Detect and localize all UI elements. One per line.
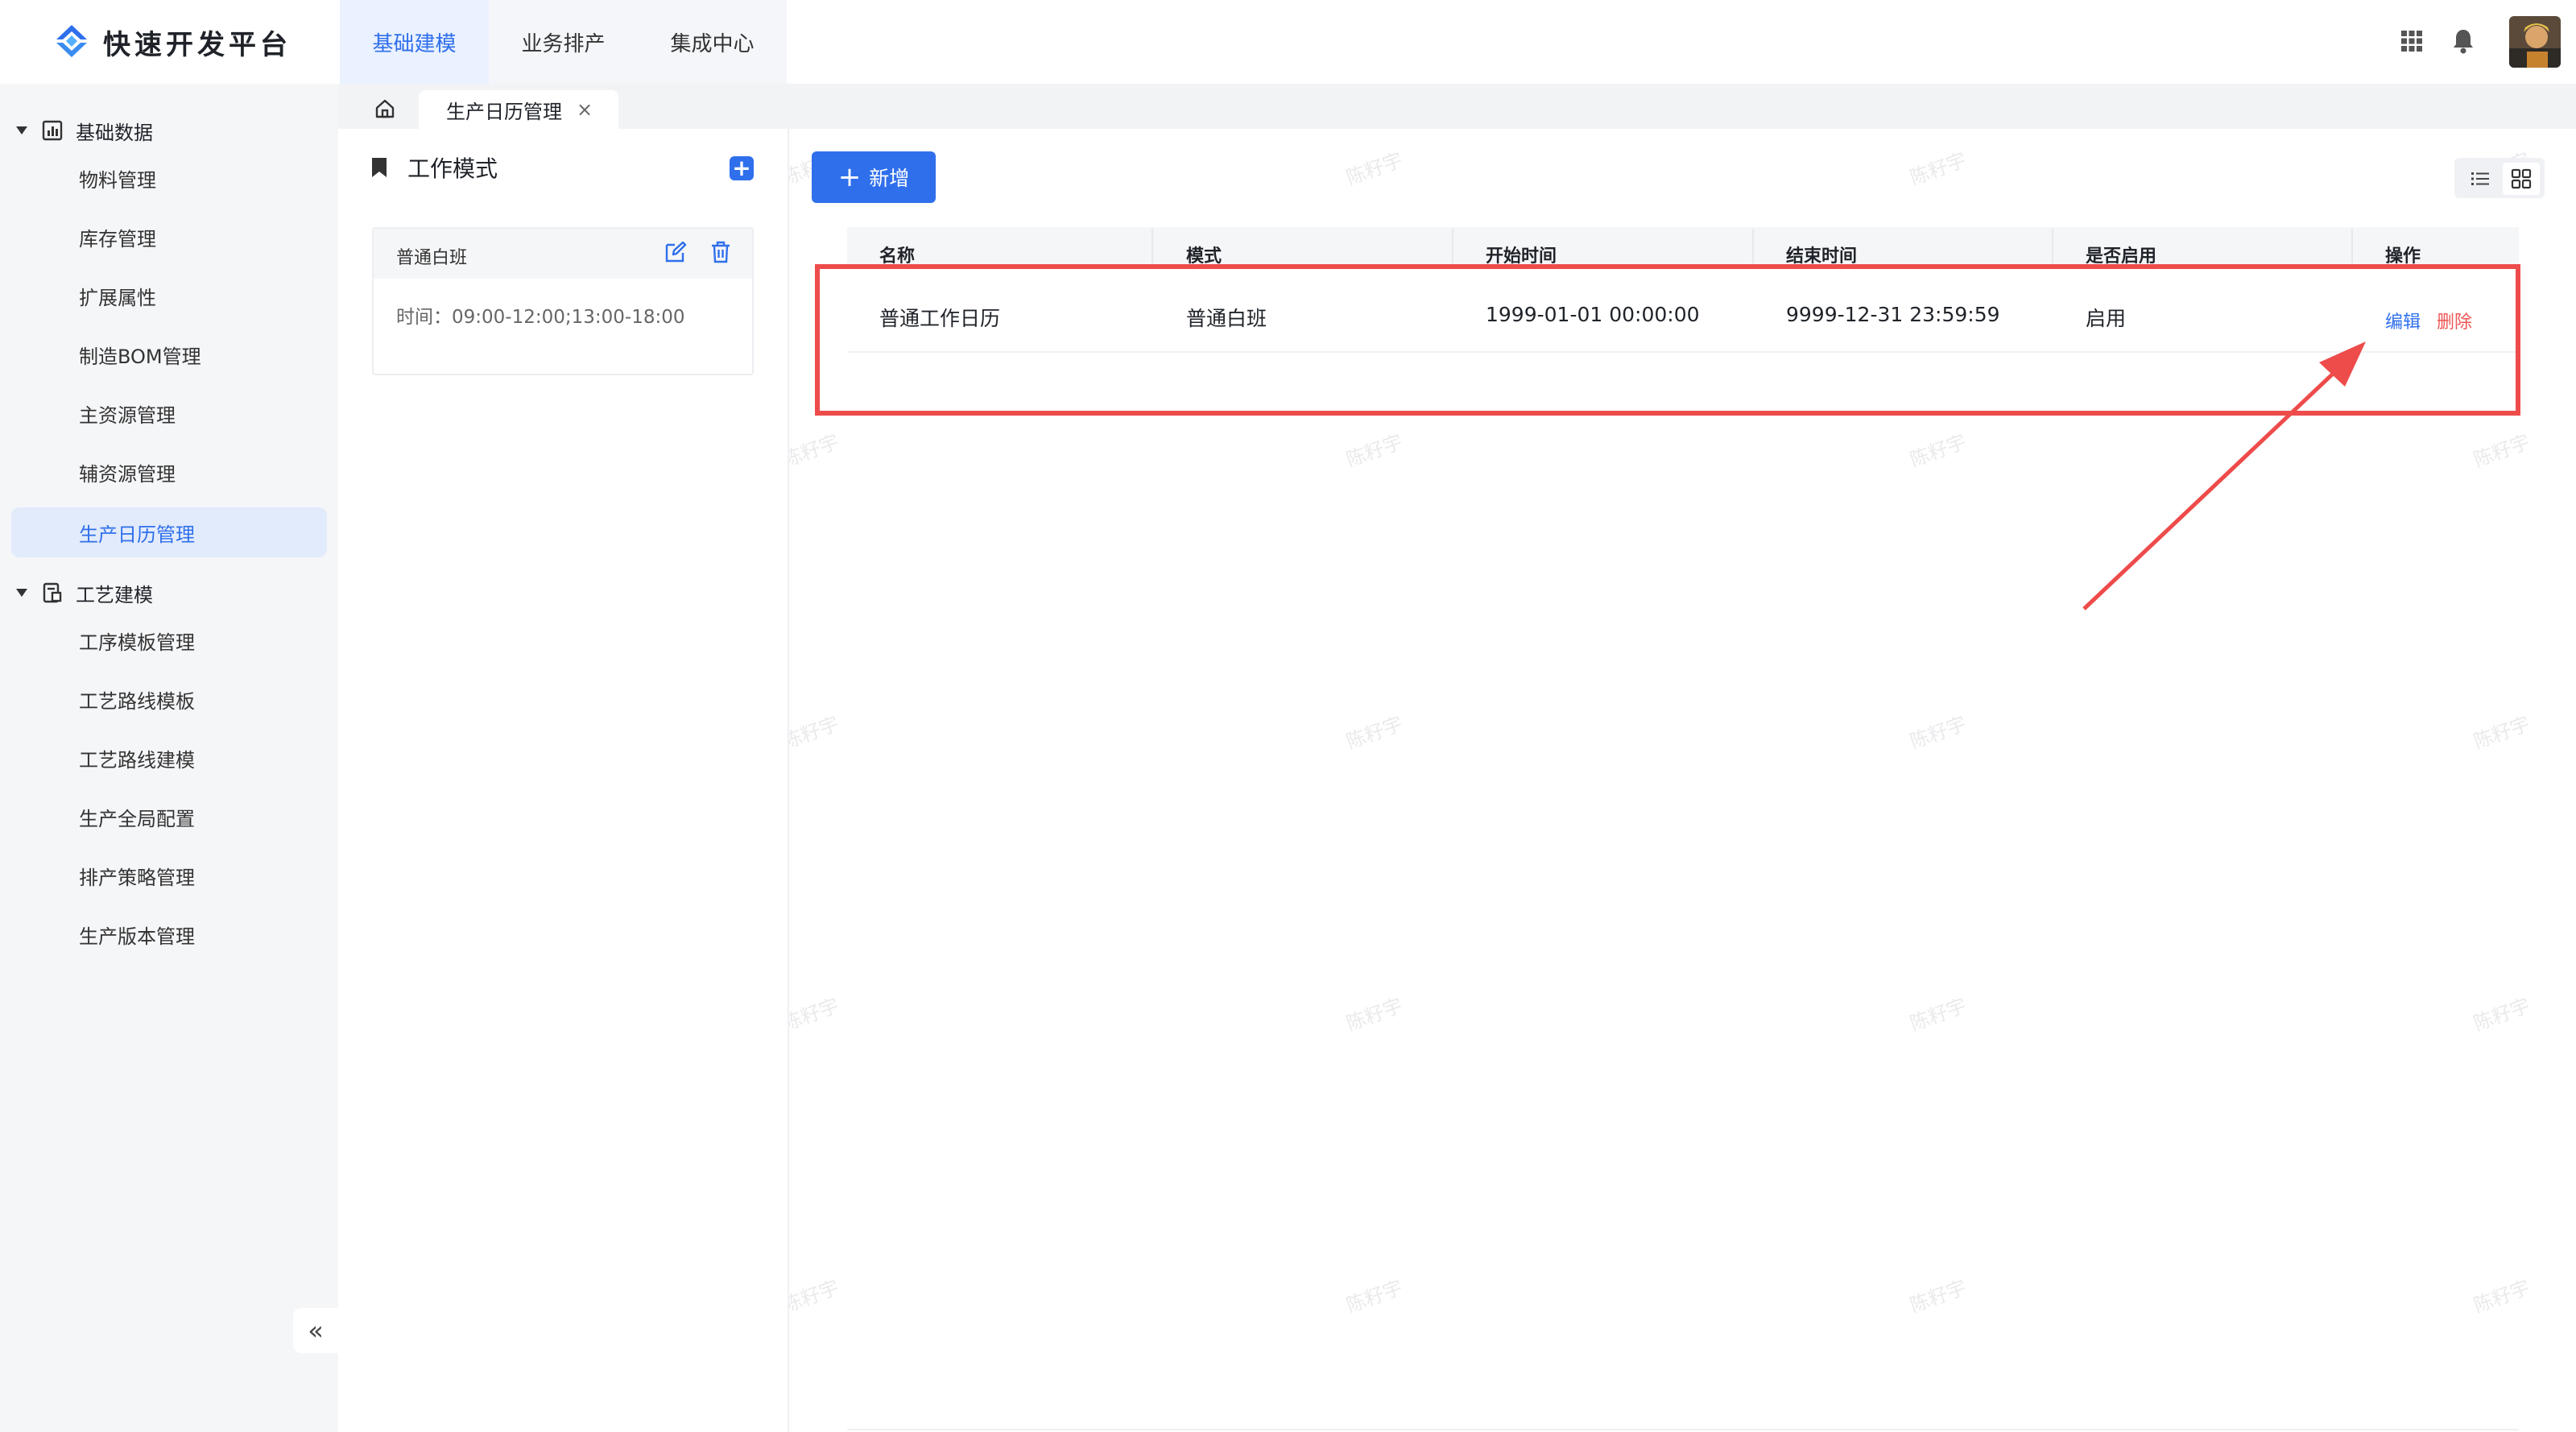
watermark-text: 陈籽宇	[1343, 1276, 1406, 1318]
column-divider	[1452, 229, 1453, 264]
sidebar-group-label: 基础数据	[76, 121, 153, 144]
column-divider	[1752, 229, 1754, 264]
watermark-text: 陈籽宇	[1907, 148, 1970, 190]
sidebar-item-production-versions[interactable]: 生产版本管理	[11, 909, 327, 959]
watermark-text: 陈籽宇	[1343, 994, 1406, 1036]
watermark-text: 陈籽宇	[1907, 712, 1970, 754]
tab-bar	[338, 84, 2576, 129]
sidebar-item-main-resources[interactable]: 主资源管理	[11, 388, 327, 438]
annotation-highlight-box	[815, 264, 2520, 416]
column-divider	[1152, 229, 1153, 264]
logo-icon	[56, 25, 87, 57]
watermark-text: 陈籽宇	[2471, 1276, 2533, 1318]
topnav-integration[interactable]: 集成中心	[638, 0, 787, 84]
column-divider	[2351, 229, 2353, 264]
add-button-label: 新增	[869, 167, 910, 190]
tab-label: 生产日历管理	[446, 100, 562, 123]
app-title: 快速开发平台	[103, 28, 292, 61]
list-view-button[interactable]	[2464, 164, 2496, 193]
sidebar-item-inventory[interactable]: 库存管理	[11, 212, 327, 262]
sidebar-item-route-modeling[interactable]: 工艺路线建模	[11, 733, 327, 783]
app-logo[interactable]: 快速开发平台	[52, 19, 292, 64]
sidebar-item-extended-attributes[interactable]: 扩展属性	[11, 271, 327, 321]
card-view-button[interactable]	[2503, 163, 2540, 195]
sidebar-item-route-templates[interactable]: 工艺路线模板	[11, 674, 327, 724]
bell-icon[interactable]	[2451, 27, 2475, 55]
sidebar-item-aux-resources[interactable]: 辅资源管理	[11, 447, 327, 497]
user-avatar[interactable]	[2509, 16, 2561, 68]
add-work-mode-button[interactable]: +	[730, 156, 754, 180]
sidebar-item-scheduling-strategy[interactable]: 排产策略管理	[11, 851, 327, 900]
watermark-text: 陈籽宇	[2471, 712, 2533, 754]
grid-icon	[2511, 168, 2532, 189]
bookmark-icon	[372, 158, 387, 177]
sidebar-item-bom[interactable]: 制造BOM管理	[11, 329, 327, 379]
work-mode-time: 时间：09:00-12:00;13:00-18:00	[396, 307, 685, 328]
plus-icon: +	[837, 161, 862, 193]
sidebar-group-basic-data[interactable]: 基础数据	[0, 106, 153, 155]
topnav-scheduling[interactable]: 业务排产	[489, 0, 638, 84]
top-nav: 基础建模 业务排产 集成中心	[340, 0, 787, 84]
topnav-basic-modeling[interactable]: 基础建模	[340, 0, 489, 84]
watermark-text: 陈籽宇	[2471, 430, 2533, 472]
add-button[interactable]: + 新增	[812, 151, 936, 203]
watermark-text: 陈籽宇	[1343, 430, 1406, 472]
bar-chart-icon	[42, 120, 63, 141]
watermark-text: 陈籽宇	[2471, 994, 2533, 1036]
work-mode-card[interactable]: 普通白班 时间：09:00-12:00;13:00-18:00	[372, 227, 754, 375]
sidebar-collapse-button[interactable]: «	[293, 1308, 338, 1353]
edit-icon[interactable]	[664, 240, 688, 264]
table-bottom-border	[847, 1429, 2519, 1430]
watermark-text: 陈籽宇	[1907, 994, 1970, 1036]
sidebar-group-process-modeling[interactable]: 工艺建模	[0, 569, 153, 617]
sidebar-item-operation-templates[interactable]: 工序模板管理	[11, 615, 327, 665]
apps-grid-icon[interactable]	[2400, 29, 2424, 53]
sidebar-item-materials[interactable]: 物料管理	[11, 153, 327, 203]
table-header	[847, 227, 2519, 266]
sidebar-item-global-config[interactable]: 生产全局配置	[11, 792, 327, 842]
watermark-text: 陈籽宇	[1907, 430, 1970, 472]
list-icon	[2471, 172, 2489, 185]
process-icon	[43, 582, 62, 603]
home-icon	[375, 99, 395, 118]
column-divider	[2052, 229, 2053, 264]
caret-down-icon	[16, 589, 27, 597]
tab-production-calendar[interactable]: 生产日历管理 ×	[419, 90, 618, 129]
sidebar-item-production-calendar[interactable]: 生产日历管理	[11, 507, 327, 557]
watermark-text: 陈籽宇	[1343, 148, 1406, 190]
watermark-text: 陈籽宇	[1343, 712, 1406, 754]
work-mode-name: 普通白班	[396, 248, 468, 268]
home-tab[interactable]	[364, 90, 406, 127]
sidebar-group-label: 工艺建模	[76, 583, 153, 606]
caret-down-icon	[16, 126, 27, 135]
trash-icon[interactable]	[709, 240, 733, 264]
watermark-text: 陈籽宇	[1907, 1276, 1970, 1318]
work-mode-title: 工作模式	[370, 151, 498, 184]
close-icon[interactable]: ×	[577, 98, 593, 121]
